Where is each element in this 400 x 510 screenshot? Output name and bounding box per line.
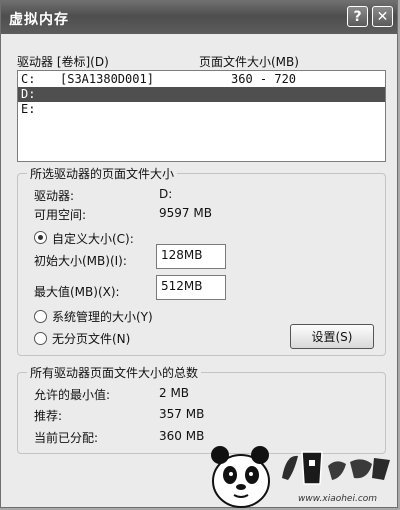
free-space-value: 9597 MB [159, 206, 212, 220]
drive-row-d[interactable]: D: [18, 87, 385, 102]
drive-letter: E: [21, 102, 36, 116]
close-icon: ✕ [376, 8, 389, 25]
current-allocated-label: 当前已分配: [34, 431, 99, 445]
set-button[interactable]: 设置(S) [290, 324, 374, 349]
drive-row-e[interactable]: E: [18, 102, 385, 117]
drive-page-size: 360 - 720 [231, 72, 297, 86]
window-title: 虚拟内存 [9, 12, 69, 28]
system-managed-radio[interactable] [34, 310, 47, 323]
total-size-group-title: 所有驱动器页面文件大小的总数 [27, 364, 202, 381]
panda-mascot-icon [211, 446, 270, 508]
site-logo-icon [282, 451, 390, 485]
title-bar[interactable]: 虚拟内存 ? ✕ [1, 1, 397, 34]
initial-size-label: 初始大小(MB)(I): [34, 254, 127, 268]
initial-size-input[interactable]: 128MB [156, 244, 226, 269]
max-size-input[interactable]: 512MB [156, 275, 226, 300]
free-space-label: 可用空间: [34, 208, 87, 222]
drive-label: 驱动器: [34, 189, 75, 203]
custom-size-label[interactable]: 自定义大小(C): [52, 230, 134, 247]
watermark-url: www.xiaohei.com [298, 494, 378, 504]
drive-letter: D: [21, 87, 36, 101]
virtual-memory-dialog: 虚拟内存 ? ✕ 驱动器 [卷标](D) 页面文件大小(MB) C: [S3A1… [0, 0, 398, 508]
selected-drive-group-title: 所选驱动器的页面文件大小 [27, 165, 178, 182]
help-button[interactable]: ? [347, 6, 368, 27]
drive-volume-label: [S3A1380D001] [60, 72, 154, 86]
custom-size-radio[interactable] [34, 231, 47, 244]
close-button[interactable]: ✕ [372, 6, 393, 27]
drive-letter: C: [21, 72, 36, 86]
size-column-header: 页面文件大小(MB) [199, 55, 299, 69]
drive-list[interactable]: C: [S3A1380D001] 360 - 720 D: E: [17, 70, 386, 162]
drive-row-c[interactable]: C: [S3A1380D001] 360 - 720 [18, 72, 385, 87]
recommended-value: 357 MB [159, 407, 205, 421]
recommended-label: 推荐: [34, 409, 63, 423]
drive-column-header: 驱动器 [卷标](D) [17, 55, 109, 69]
no-paging-file-radio[interactable] [34, 332, 47, 345]
no-paging-file-label[interactable]: 无分页文件(N) [52, 330, 130, 347]
drive-value: D: [159, 187, 173, 201]
min-allowed-value: 2 MB [159, 386, 190, 400]
max-size-label: 最大值(MB)(X): [34, 285, 120, 299]
system-managed-label[interactable]: 系统管理的大小(Y) [52, 308, 153, 325]
min-allowed-label: 允许的最小值: [34, 388, 111, 402]
current-allocated-value: 360 MB [159, 429, 205, 443]
